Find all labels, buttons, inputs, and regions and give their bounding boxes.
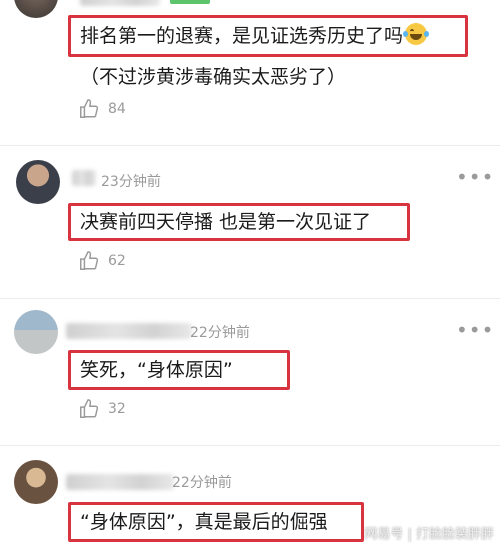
divider [0, 298, 500, 299]
avatar[interactable] [14, 0, 58, 18]
more-options-button[interactable]: ••• [456, 320, 494, 340]
like-count: 32 [108, 401, 126, 417]
comment-text-content: 排名第一的退赛，是见证选秀历史了吗 [80, 25, 404, 47]
avatar[interactable] [14, 460, 58, 504]
username-blurred [66, 323, 192, 339]
avatar[interactable] [14, 310, 58, 354]
thumbs-up-icon [80, 251, 99, 270]
comment-text: 决赛前四天停播 也是第一次见证了 [80, 211, 372, 233]
thumbs-up-icon [80, 99, 99, 118]
timestamp: 23分钟前 [101, 174, 161, 190]
divider [0, 145, 500, 146]
comment-subtext: （不过涉黄涉毒确实太恶劣了） [80, 66, 347, 88]
like-button[interactable]: 62 [78, 250, 126, 272]
timestamp: 22分钟前 [172, 475, 232, 491]
more-options-button[interactable]: ••• [456, 167, 494, 187]
comment-text: “身体原因”，真是最后的倔强 [80, 511, 328, 533]
like-button[interactable]: 84 [78, 98, 126, 120]
comment-text: 排名第一的退赛，是见证选秀历史了吗 [80, 23, 430, 48]
like-button[interactable]: 32 [78, 398, 126, 420]
laughing-tears-emoji [403, 23, 430, 45]
comment-text: 笑死，“身体原因” [80, 359, 233, 381]
watermark: 网易号 | 打脸脸装胖胖 [364, 527, 494, 542]
thumbs-up-icon [80, 399, 99, 418]
badge [170, 0, 210, 4]
timestamp: 22分钟前 [190, 325, 250, 341]
username-blurred [72, 170, 96, 186]
divider [0, 445, 500, 446]
like-count: 84 [108, 101, 126, 117]
username-blurred [80, 0, 160, 6]
like-count: 62 [108, 253, 126, 269]
username-blurred [66, 474, 174, 490]
avatar[interactable] [16, 160, 60, 204]
